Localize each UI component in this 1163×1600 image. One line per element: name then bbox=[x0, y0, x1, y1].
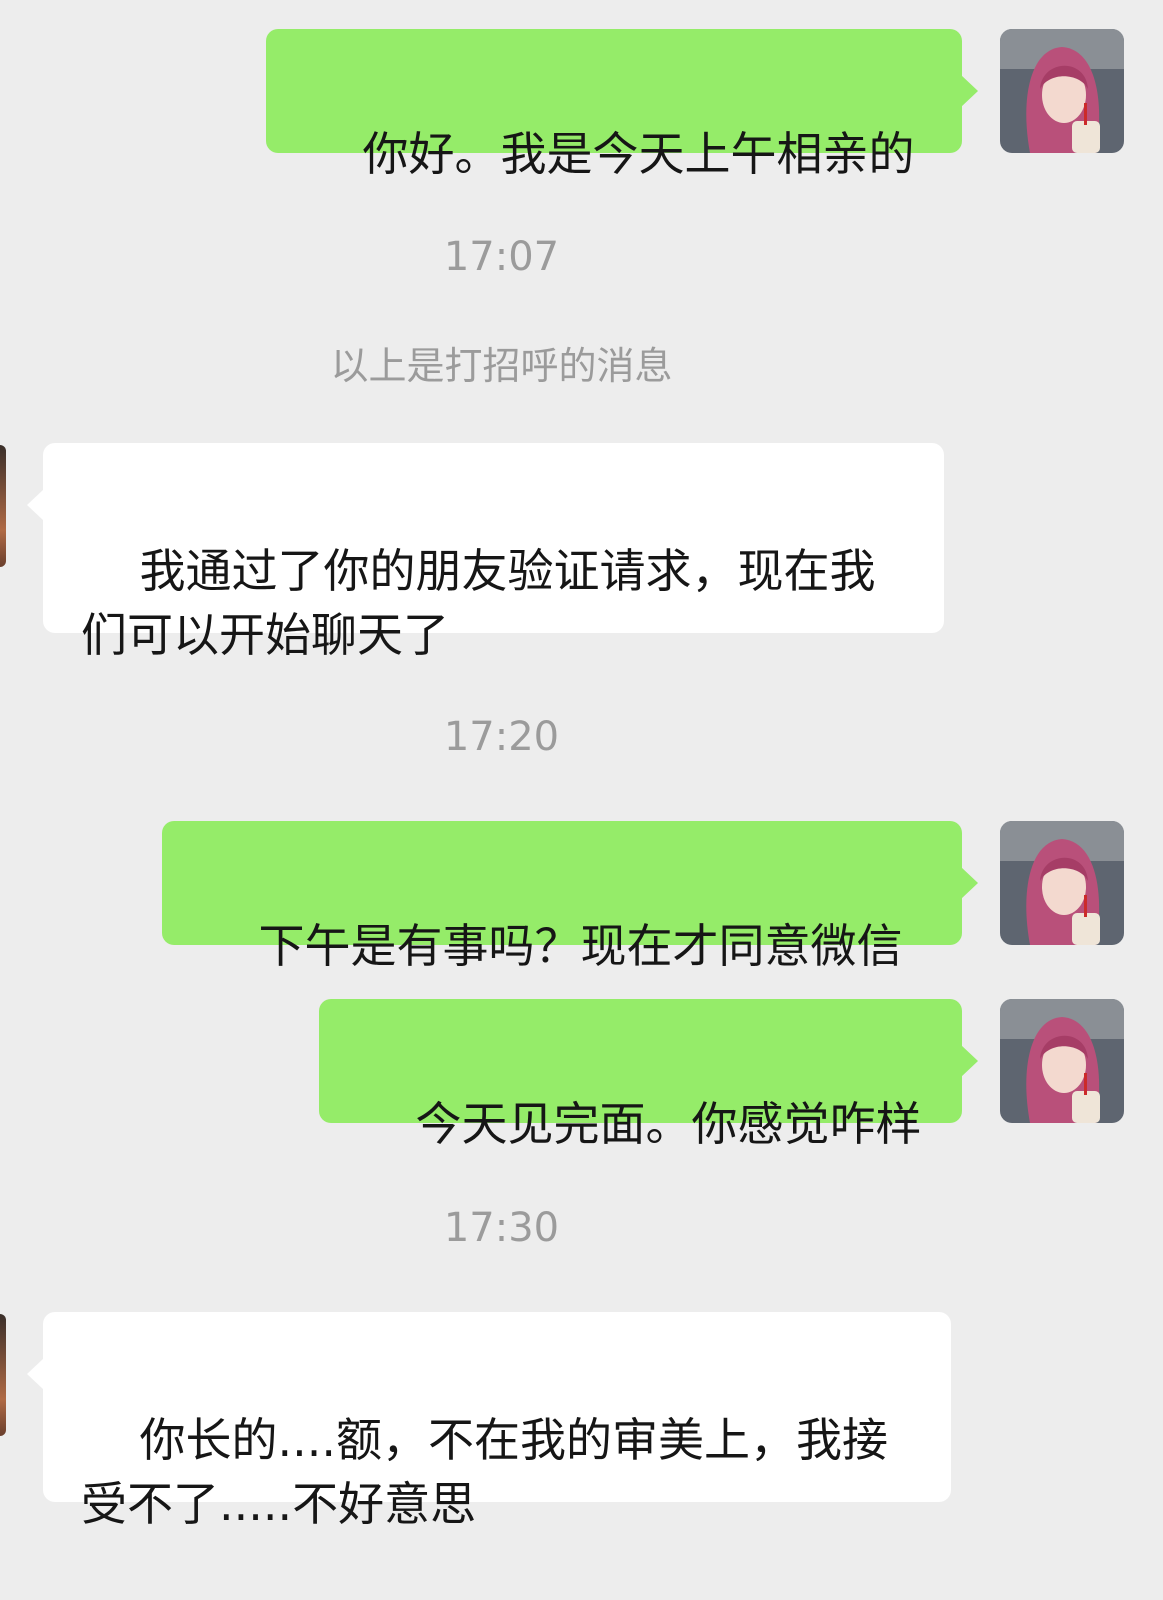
timestamp: 17:20 bbox=[443, 714, 560, 760]
message-text: 你长的....额，不在我的审美上，我接 受不了.....不好意思 bbox=[81, 1413, 888, 1531]
incoming-message-bubble[interactable]: 我通过了你的朋友验证请求，现在我 们可以开始聊天了 bbox=[27, 443, 944, 662]
contact-avatar[interactable] bbox=[0, 1314, 6, 1436]
message-text: 今天见完面。你感觉咋样 bbox=[415, 1097, 922, 1151]
timestamp: 17:07 bbox=[443, 234, 560, 280]
system-note: 以上是打招呼的消息 bbox=[330, 344, 673, 388]
outgoing-message-bubble[interactable]: 今天见完面。你感觉咋样 bbox=[319, 999, 978, 1151]
outgoing-message-bubble[interactable]: 下午是有事吗？现在才同意微信 bbox=[162, 821, 978, 973]
self-avatar[interactable] bbox=[1000, 29, 1124, 153]
chat-area[interactable]: 你好。我是今天上午相亲的 17:07 以上是打招呼的消息 我通过了你的朋友验证请… bbox=[0, 0, 1163, 1531]
profile-photo-icon bbox=[1000, 821, 1124, 945]
self-avatar[interactable] bbox=[1000, 999, 1124, 1123]
timestamp: 17:30 bbox=[443, 1205, 560, 1251]
message-text: 你好。我是今天上午相亲的 bbox=[362, 127, 915, 181]
incoming-message-bubble[interactable]: 你长的....额，不在我的审美上，我接 受不了.....不好意思 bbox=[27, 1312, 951, 1531]
profile-photo-icon bbox=[1000, 999, 1124, 1123]
outgoing-message-bubble[interactable]: 你好。我是今天上午相亲的 bbox=[266, 29, 978, 181]
profile-photo-icon bbox=[1000, 29, 1124, 153]
contact-avatar[interactable] bbox=[0, 445, 6, 567]
message-text: 下午是有事吗？现在才同意微信 bbox=[258, 919, 903, 973]
message-text: 我通过了你的朋友验证请求，现在我 们可以开始聊天了 bbox=[81, 544, 876, 662]
self-avatar[interactable] bbox=[1000, 821, 1124, 945]
